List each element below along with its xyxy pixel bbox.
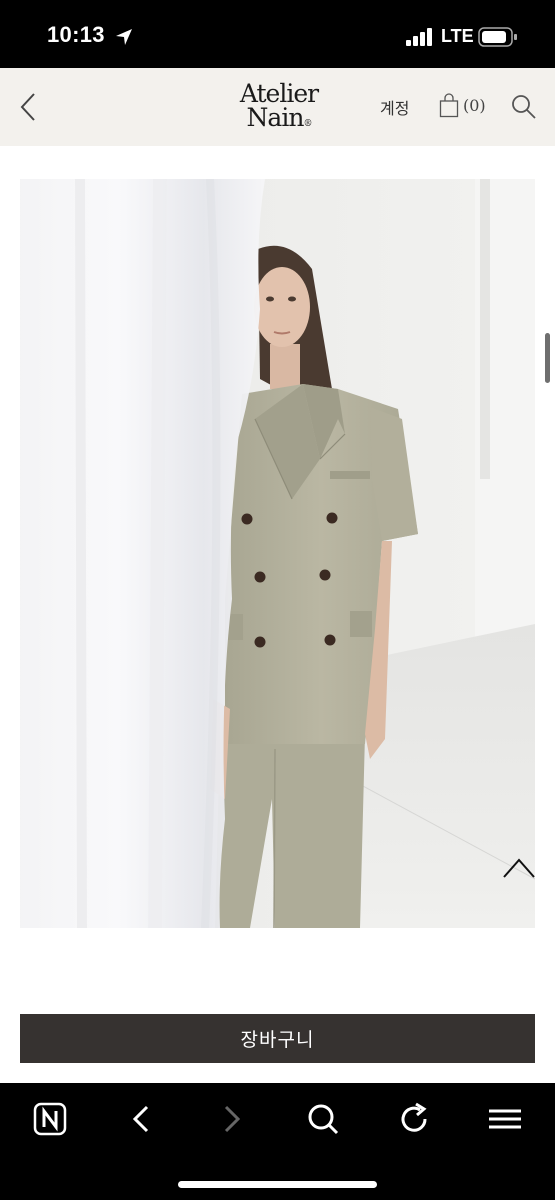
back-icon[interactable] xyxy=(121,1099,161,1139)
location-arrow-icon xyxy=(116,29,132,45)
product-image[interactable] xyxy=(20,179,535,928)
battery-icon xyxy=(478,27,517,47)
registered-mark: ® xyxy=(303,119,312,129)
home-indicator xyxy=(178,1181,377,1188)
chevron-up-icon[interactable] xyxy=(502,855,536,881)
back-icon[interactable] xyxy=(16,90,42,124)
search-icon[interactable] xyxy=(510,93,537,120)
logo-line-2: Nain® xyxy=(246,103,313,132)
network-label: LTE xyxy=(441,26,474,46)
shopping-bag-icon xyxy=(439,93,459,118)
site-header: Atelier Nain® 계정 (0) xyxy=(0,68,555,146)
signal-icon xyxy=(406,28,432,46)
add-to-cart-button[interactable]: 장바구니 xyxy=(20,1014,535,1063)
search-icon[interactable] xyxy=(303,1099,343,1139)
product-photo xyxy=(20,179,535,928)
brand-logo[interactable]: Atelier Nain® xyxy=(229,81,329,132)
reload-icon[interactable] xyxy=(394,1099,434,1139)
account-link[interactable]: 계정 xyxy=(380,95,409,119)
cart-count: (0) xyxy=(463,96,486,115)
page-scrollbar[interactable] xyxy=(545,333,550,383)
naver-home-icon[interactable] xyxy=(30,1099,70,1139)
menu-icon[interactable] xyxy=(485,1099,525,1139)
status-time: 10:13 xyxy=(47,22,105,47)
forward-icon[interactable] xyxy=(212,1099,252,1139)
status-bar: 10:13 LTE xyxy=(0,0,555,68)
